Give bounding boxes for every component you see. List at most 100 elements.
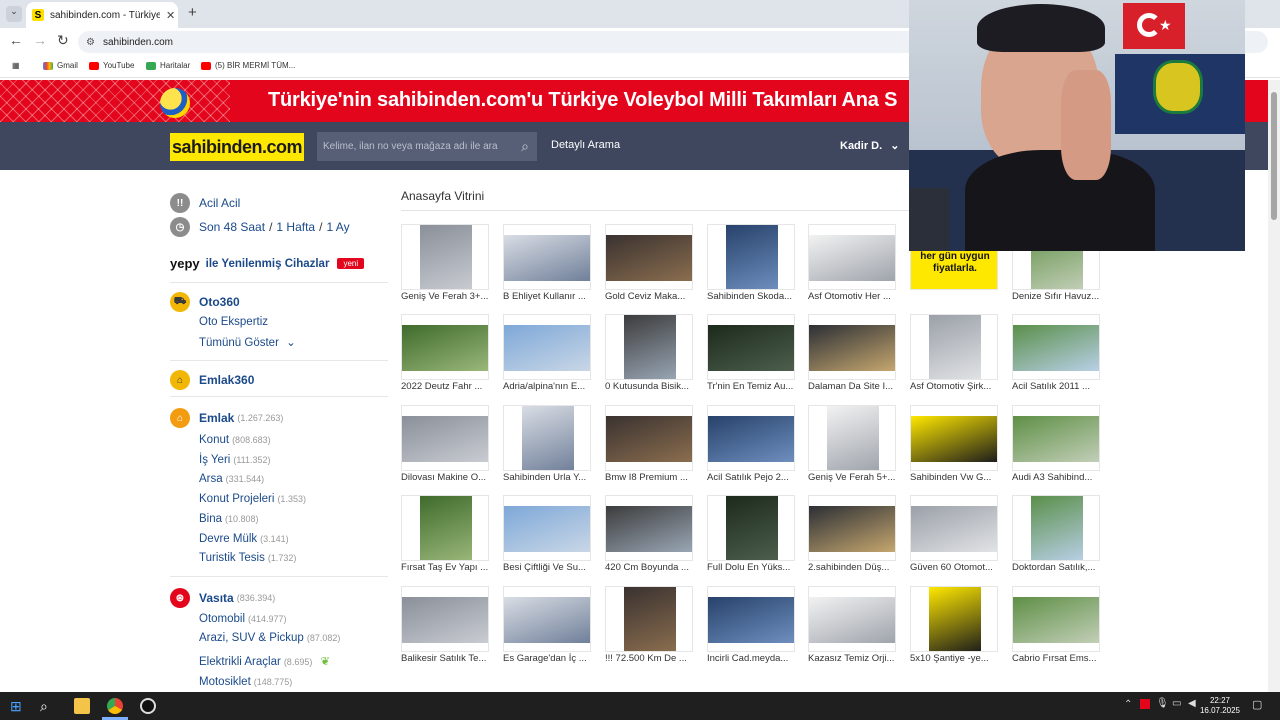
listing-thumbnail[interactable] xyxy=(707,224,795,290)
listing-title[interactable]: Sahibinden Urla Y... xyxy=(503,472,597,483)
tray-chevron-icon[interactable]: ⌃ xyxy=(1124,699,1132,710)
listing-title[interactable]: B Ehliyet Kullanır ... xyxy=(503,291,597,302)
listing-title[interactable]: Balikesir Satılık Te... xyxy=(401,653,495,664)
listing-title[interactable]: Sahibinden Skoda... xyxy=(707,291,801,302)
sidebar-emlak360[interactable]: ⌂ Emlak360 xyxy=(170,370,254,390)
emlak-turistik-link[interactable]: Turistik Tesis (1.732) xyxy=(199,552,296,564)
user-menu[interactable]: Kadir D. ⌄ xyxy=(840,139,899,152)
apps-grid-icon[interactable]: ▦ xyxy=(12,61,20,70)
listing-thumbnail[interactable] xyxy=(910,495,998,561)
tab-search-icon[interactable]: ⌄ xyxy=(6,6,22,22)
emlak-bina-link[interactable]: Bina (10.808) xyxy=(199,513,259,525)
taskbar-clock[interactable]: 22:27 16.07.2025 xyxy=(1200,696,1240,716)
listing-thumbnail[interactable] xyxy=(808,586,896,652)
back-icon[interactable]: ← xyxy=(9,32,23,48)
listing-card[interactable]: Acil Satılık 2011 ... xyxy=(1012,314,1100,394)
listing-card[interactable]: 420 Cm Boyunda ... xyxy=(605,495,693,575)
time-link-48h[interactable]: Son 48 Saat xyxy=(199,220,265,234)
listing-title[interactable]: 2022 Deutz Fahr ... xyxy=(401,381,495,392)
sidebar-oto360[interactable]: ⛟ Oto360 xyxy=(170,292,240,312)
listing-card[interactable]: Sahibinden Skoda... xyxy=(707,224,795,304)
listing-thumbnail[interactable] xyxy=(808,405,896,471)
vasita-motosiklet-link[interactable]: Motosiklet (148.775) xyxy=(199,676,292,688)
listing-title[interactable]: Dilovası Makine O... xyxy=(401,472,495,483)
listing-thumbnail[interactable] xyxy=(808,495,896,561)
listing-card[interactable]: Audi A3 Sahibind... xyxy=(1012,405,1100,485)
emlak-isyeri-link[interactable]: İş Yeri (111.352) xyxy=(199,454,271,466)
listing-thumbnail[interactable] xyxy=(401,586,489,652)
listing-title[interactable]: Geniş Ve Ferah 5+... xyxy=(808,472,902,483)
tab-close-icon[interactable]: ✕ xyxy=(166,9,175,22)
new-tab-icon[interactable]: + xyxy=(188,4,197,21)
show-all-link[interactable]: Tümünü Göster ⌄ xyxy=(199,335,296,349)
sidebar-vasita[interactable]: ⊛ Vasıta (836.394) xyxy=(170,588,275,608)
listing-title[interactable]: Dalaman Da Site I... xyxy=(808,381,902,392)
listing-thumbnail[interactable] xyxy=(910,314,998,380)
listing-thumbnail[interactable] xyxy=(1012,314,1100,380)
listing-thumbnail[interactable] xyxy=(605,224,693,290)
listing-title[interactable]: Besi Çiftliği Ve Su... xyxy=(503,562,597,573)
listing-thumbnail[interactable] xyxy=(503,405,591,471)
vasita-otomobil-link[interactable]: Otomobil (414.977) xyxy=(199,613,287,625)
listing-title[interactable]: 2.sahibinden Düş... xyxy=(808,562,902,573)
listing-thumbnail[interactable] xyxy=(605,405,693,471)
listing-card[interactable]: Doktordan Satılık,... xyxy=(1012,495,1100,575)
time-link-week[interactable]: 1 Hafta xyxy=(276,220,315,234)
listing-card[interactable]: Adria/alpina'nın E... xyxy=(503,314,591,394)
listing-card[interactable]: Es Garage'dan İç ... xyxy=(503,586,591,666)
listing-card[interactable]: Besi Çiftliği Ve Su... xyxy=(503,495,591,575)
listing-card[interactable]: Sahibinden Vw G... xyxy=(910,405,998,485)
listing-title[interactable]: Güven 60 Otomot... xyxy=(910,562,1004,573)
emlak-konut-link[interactable]: Konut (808.683) xyxy=(199,434,271,446)
listing-thumbnail[interactable] xyxy=(707,495,795,561)
listing-card[interactable]: B Ehliyet Kullanır ... xyxy=(503,224,591,304)
listing-card[interactable]: Gold Ceviz Maka... xyxy=(605,224,693,304)
listing-thumbnail[interactable] xyxy=(707,405,795,471)
listing-thumbnail[interactable] xyxy=(503,314,591,380)
listing-title[interactable]: Acil Satılık Pejo 2... xyxy=(707,472,801,483)
listing-card[interactable]: 2.sahibinden Düş... xyxy=(808,495,896,575)
listing-thumbnail[interactable] xyxy=(707,314,795,380)
browser-tab-active[interactable]: S sahibinden.com - Türkiye'nin Ö… ✕ xyxy=(26,2,178,28)
listing-thumbnail[interactable] xyxy=(605,586,693,652)
listing-thumbnail[interactable] xyxy=(808,224,896,290)
bookmark-gmail[interactable]: Gmail xyxy=(43,61,78,70)
vasita-elektrikli-link[interactable]: Elektrikli Araçlar (8.695) ❦ xyxy=(199,654,330,668)
listing-title[interactable]: Kazasız Temiz Orji... xyxy=(808,653,902,664)
scrollbar-thumb[interactable] xyxy=(1271,92,1277,220)
listing-thumbnail[interactable] xyxy=(808,314,896,380)
listing-title[interactable]: 420 Cm Boyunda ... xyxy=(605,562,699,573)
listing-title[interactable]: Full Dolu En Yüks... xyxy=(707,562,801,573)
recorder-icon[interactable] xyxy=(140,698,156,714)
listing-thumbnail[interactable] xyxy=(1012,405,1100,471)
listing-title[interactable]: Acil Satılık 2011 ... xyxy=(1012,381,1106,392)
listing-thumbnail[interactable] xyxy=(503,495,591,561)
listing-card[interactable]: Incirli Cad.meyda... xyxy=(707,586,795,666)
listing-card[interactable]: Güven 60 Otomot... xyxy=(910,495,998,575)
listing-title[interactable]: Sahibinden Vw G... xyxy=(910,472,1004,483)
reload-icon[interactable]: ↻ xyxy=(57,32,69,49)
listing-card[interactable]: 2022 Deutz Fahr ... xyxy=(401,314,489,394)
listing-title[interactable]: 0 Kutusunda Bisik... xyxy=(605,381,699,392)
listing-thumbnail[interactable] xyxy=(1012,586,1100,652)
chrome-icon[interactable] xyxy=(107,698,123,714)
detailed-search-link[interactable]: Detaylı Arama xyxy=(551,139,620,151)
listing-card[interactable]: Kazasız Temiz Orji... xyxy=(808,586,896,666)
listing-title[interactable]: !!! 72.500 Km De ... xyxy=(605,653,699,664)
listing-thumbnail[interactable] xyxy=(503,224,591,290)
listing-card[interactable]: Cabrio Fırsat Ems... xyxy=(1012,586,1100,666)
listing-title[interactable]: Geniş Ve Ferah 3+... xyxy=(401,291,495,302)
notification-icon[interactable]: ▢ xyxy=(1252,698,1262,711)
listing-card[interactable]: Asf Otomotiv Şirk... xyxy=(910,314,998,394)
listing-title[interactable]: Denize Sıfır Havuz... xyxy=(1012,291,1106,302)
listing-title[interactable]: Audi A3 Sahibind... xyxy=(1012,472,1106,483)
tray-app-icon[interactable] xyxy=(1140,699,1150,709)
emlak-arsa-link[interactable]: Arsa (331.544) xyxy=(199,473,264,485)
listing-card[interactable]: Fırsat Taş Ev Yapı ... xyxy=(401,495,489,575)
windows-start-icon[interactable]: ⊞ xyxy=(10,698,26,714)
oto-ekspertiz-link[interactable]: Oto Ekspertiz xyxy=(199,316,268,328)
microphone-icon[interactable]: 🎙 xyxy=(1156,698,1169,709)
listing-title[interactable]: Asf Otomotiv Şirk... xyxy=(910,381,1004,392)
listing-thumbnail[interactable] xyxy=(401,224,489,290)
listing-title[interactable]: Fırsat Taş Ev Yapı ... xyxy=(401,562,495,573)
